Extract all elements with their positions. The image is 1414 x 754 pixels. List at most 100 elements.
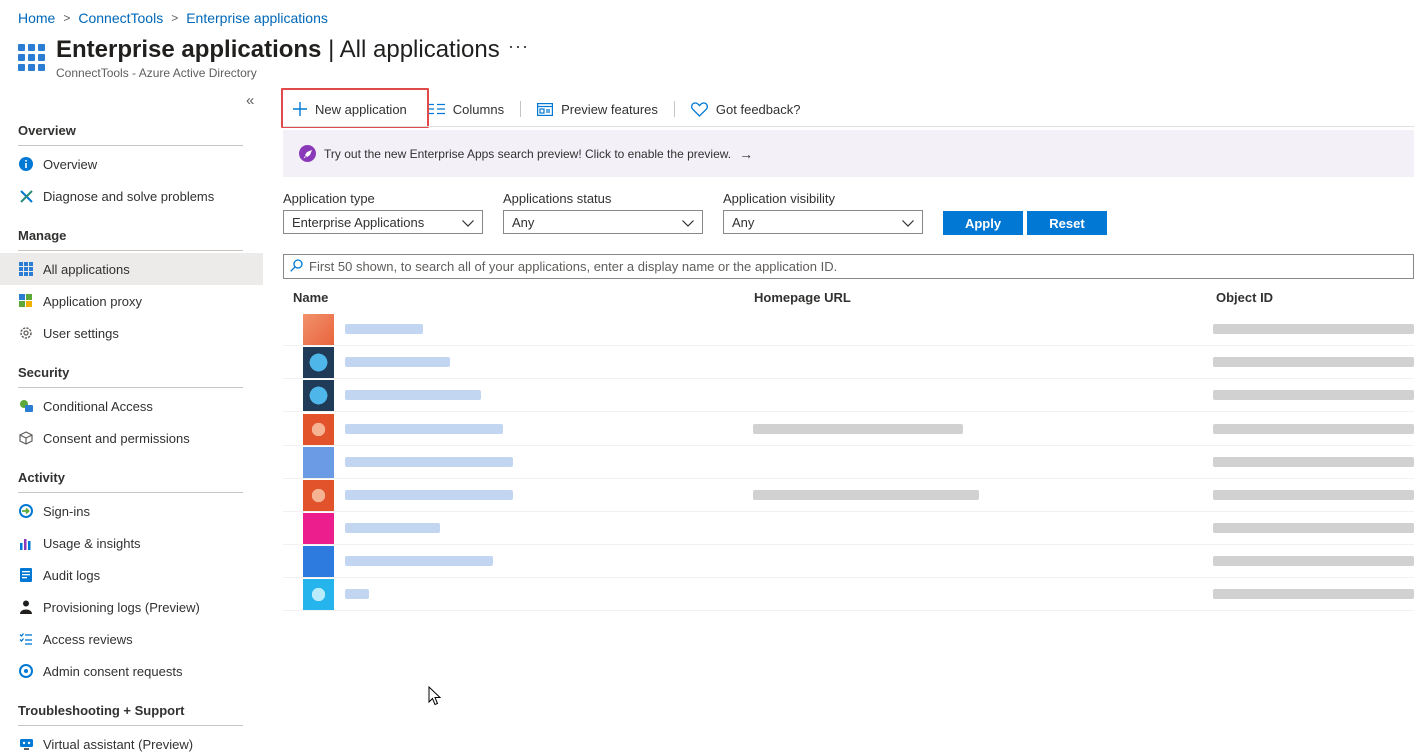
redacted-homepage-url[interactable] [753,424,963,434]
filter-applications-status: Applications status Any [503,191,703,234]
sidebar-item-all-applications[interactable]: All applications [0,253,263,285]
more-options-icon[interactable]: ··· [508,36,529,57]
sidebar-item-sign-ins[interactable]: Sign-ins [0,495,263,527]
reset-button[interactable]: Reset [1027,211,1107,235]
sidebar-item-usage-insights[interactable]: Usage & insights [0,527,263,559]
sidebar: « Overview Overview Diagnose and solve p… [0,92,263,754]
filter-label: Application type [283,191,375,206]
redacted-app-name[interactable] [345,324,423,334]
redacted-object-id [1213,523,1414,533]
table-row[interactable] [283,512,1414,545]
sidebar-item-consent-permissions[interactable]: Consent and permissions [0,422,263,454]
table-row[interactable] [283,479,1414,512]
columns-button[interactable]: Columns [419,93,514,125]
filter-label: Applications status [503,191,612,206]
redacted-app-name[interactable] [345,523,440,533]
breadcrumb-enterprise-applications[interactable]: Enterprise applications [186,10,328,26]
redacted-app-name[interactable] [345,424,503,434]
toolbar-divider [673,101,675,117]
redacted-app-name[interactable] [345,556,493,566]
table-row[interactable] [283,313,1414,346]
feedback-button[interactable]: Got feedback? [681,93,811,125]
column-header-homepage-url[interactable]: Homepage URL [754,290,851,305]
sidebar-item-conditional-access[interactable]: Conditional Access [0,390,263,422]
page-subtitle: ConnectTools - Azure Active Directory [56,66,257,80]
sidebar-item-provisioning-logs[interactable]: Provisioning logs (Preview) [0,591,263,623]
app-logo [303,347,334,378]
breadcrumb-home[interactable]: Home [18,10,55,26]
app-logo [303,480,334,511]
bar-chart-icon [18,535,34,551]
application-visibility-dropdown[interactable]: Any [723,210,923,234]
column-header-object-id[interactable]: Object ID [1216,290,1273,305]
columns-icon [428,103,445,115]
app-logo [303,579,334,610]
redacted-object-id [1213,424,1414,434]
enterprise-apps-grid-icon [18,44,45,71]
section-security: Security [18,365,243,388]
table-row[interactable] [283,446,1414,479]
sidebar-item-virtual-assistant[interactable]: Virtual assistant (Preview) [0,728,263,754]
cube-icon [18,430,34,446]
section-overview: Overview [18,123,243,146]
preview-features-icon [537,102,554,116]
search-input[interactable] [309,259,1389,274]
table-row[interactable] [283,545,1414,578]
sidebar-item-access-reviews[interactable]: Access reviews [0,623,263,655]
arrow-right-icon: → [739,145,754,162]
collapse-sidebar-icon[interactable]: « [246,92,254,109]
chevron-down-icon [682,215,694,230]
chevron-right-icon: > [63,11,71,25]
redacted-object-id [1213,324,1414,334]
preview-features-button[interactable]: Preview features [527,93,668,125]
table-row[interactable] [283,413,1414,446]
search-preview-banner[interactable]: Try out the new Enterprise Apps search p… [283,130,1414,177]
applications-status-dropdown[interactable]: Any [503,210,703,234]
consent-request-icon [18,663,34,679]
redacted-homepage-url[interactable] [753,490,979,500]
redacted-object-id [1213,390,1414,400]
table-row[interactable] [283,346,1414,379]
app-logo [303,314,334,345]
heart-icon [690,101,708,117]
audit-log-icon [18,567,34,583]
column-header-name[interactable]: Name [293,290,328,305]
redacted-app-name[interactable] [345,357,450,367]
section-manage: Manage [18,228,243,251]
sidebar-item-diagnose[interactable]: Diagnose and solve problems [0,180,263,212]
table-row[interactable] [283,578,1414,611]
redacted-app-name[interactable] [345,589,369,599]
redacted-object-id [1213,490,1414,500]
app-logo [303,513,334,544]
redacted-object-id [1213,357,1414,367]
redacted-app-name[interactable] [345,390,481,400]
sidebar-item-audit-logs[interactable]: Audit logs [0,559,263,591]
chevron-down-icon [462,215,474,230]
app-logo [303,380,334,411]
rocket-icon [299,145,316,162]
toolbar-divider-line [283,126,1414,127]
app-logo [303,414,334,445]
app-logo [303,447,334,478]
page-header: Enterprise applications | All applicatio… [18,36,528,82]
mouse-cursor-icon [428,685,442,709]
breadcrumb-tenant[interactable]: ConnectTools [78,10,163,26]
page-title: Enterprise applications | All applicatio… [56,36,500,63]
filter-application-type: Application type Enterprise Applications [283,191,483,234]
redacted-app-name[interactable] [345,490,513,500]
application-type-dropdown[interactable]: Enterprise Applications [283,210,483,234]
sidebar-item-overview[interactable]: Overview [0,148,263,180]
person-icon [18,599,34,615]
redacted-object-id [1213,556,1414,566]
app-logo [303,546,334,577]
gear-icon [18,325,34,341]
sidebar-item-application-proxy[interactable]: Application proxy [0,285,263,317]
wrench-cross-icon [18,188,34,204]
redacted-app-name[interactable] [345,457,513,467]
sidebar-item-admin-consent[interactable]: Admin consent requests [0,655,263,687]
table-row[interactable] [283,379,1414,412]
sidebar-item-user-settings[interactable]: User settings [0,317,263,349]
apply-button[interactable]: Apply [943,211,1023,235]
search-box [283,254,1414,279]
redacted-object-id [1213,457,1414,467]
